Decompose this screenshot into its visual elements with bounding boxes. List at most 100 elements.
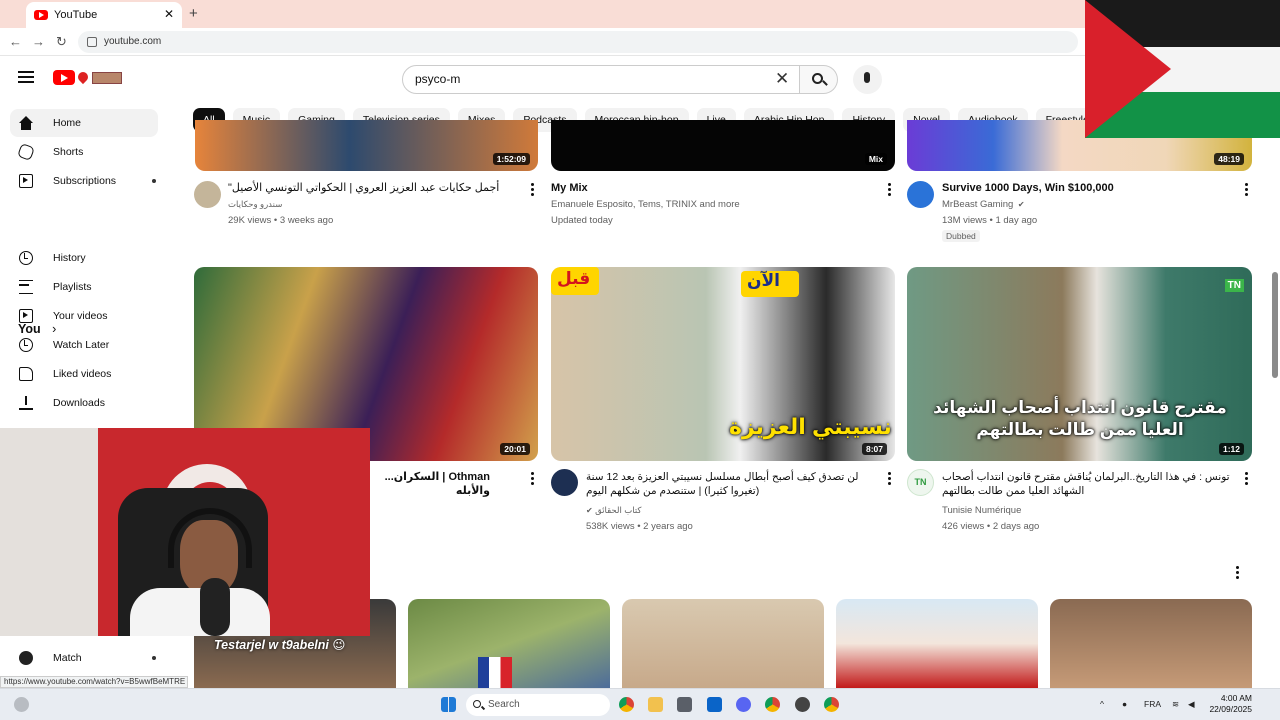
sidebar-item-watch-later[interactable]: Watch Later bbox=[10, 331, 158, 359]
taskbar-search-input[interactable]: Search bbox=[466, 694, 610, 716]
microphone-icon[interactable]: ● bbox=[1122, 699, 1127, 709]
channel-name[interactable]: Tunisie Numérique bbox=[942, 503, 1021, 518]
sidebar-item-label: Watch Later bbox=[53, 339, 110, 351]
site-info-icon[interactable] bbox=[87, 37, 97, 47]
video-thumbnail[interactable]: TN مقترح قانون انتداب أصحاب الشهائد العل… bbox=[907, 267, 1252, 461]
more-options-icon[interactable] bbox=[531, 472, 534, 485]
channel-avatar[interactable] bbox=[907, 181, 934, 208]
tab-close-icon[interactable]: ✕ bbox=[164, 7, 174, 21]
webcam-wall bbox=[0, 428, 98, 636]
sidebar-item-home[interactable]: Home bbox=[10, 109, 158, 137]
mix-thumbnail[interactable]: Mix bbox=[551, 120, 895, 171]
channel-name[interactable]: MrBeast Gaming ✔ bbox=[942, 197, 1025, 212]
wifi-icon[interactable]: ≋ bbox=[1172, 699, 1179, 710]
short-thumbnail[interactable] bbox=[836, 599, 1038, 688]
new-content-dot bbox=[152, 656, 156, 660]
youtube-doodle-icon[interactable] bbox=[75, 69, 124, 86]
more-options-icon[interactable] bbox=[888, 183, 891, 196]
video-title[interactable]: My Mix bbox=[551, 181, 588, 195]
taskbar-clock[interactable]: 4:00 AM 22/09/2025 bbox=[1206, 693, 1252, 715]
mix-badge: Mix bbox=[864, 153, 887, 165]
chrome-icon[interactable] bbox=[619, 697, 634, 712]
video-title[interactable]: Survive 1000 Days, Win $100,000 bbox=[942, 181, 1114, 195]
search-icon bbox=[812, 73, 823, 84]
short-thumbnail[interactable] bbox=[408, 599, 610, 688]
your-videos-icon bbox=[19, 309, 33, 323]
channel-avatar[interactable] bbox=[194, 181, 221, 208]
forward-icon[interactable]: → bbox=[32, 34, 45, 49]
sidebar-item-match[interactable]: Match bbox=[10, 644, 158, 672]
video-title[interactable]: أجمل حكايات عبد العزيز العروي | الحكواتي… bbox=[228, 181, 518, 195]
sidebar-item-liked-videos[interactable]: Liked videos bbox=[10, 360, 158, 388]
channel-name[interactable]: ✔ كتاب الحقائق bbox=[586, 503, 641, 518]
mix-artists[interactable]: Emanuele Esposito, Tems, TRINIX and more bbox=[551, 197, 740, 212]
file-explorer-icon[interactable] bbox=[648, 697, 663, 712]
sidebar: Home Shorts Subscriptions You › History … bbox=[0, 102, 193, 432]
dubbed-badge: Dubbed bbox=[942, 230, 980, 242]
shorts-icon bbox=[17, 143, 35, 161]
sidebar-item-shorts[interactable]: Shorts bbox=[10, 138, 158, 166]
video-title[interactable]: تونس : في هذا التاريخ..البرلمان يُناقش م… bbox=[942, 470, 1232, 498]
more-options-icon[interactable] bbox=[888, 472, 891, 485]
video-title[interactable]: لن تصدق كيف أصبح أبطال مسلسل نسيبتي العز… bbox=[586, 470, 878, 498]
url-field[interactable]: youtube.com bbox=[78, 31, 1078, 53]
sidebar-item-history[interactable]: History bbox=[10, 244, 158, 272]
clear-search-icon[interactable]: ✕ bbox=[775, 69, 789, 89]
voice-search-button[interactable] bbox=[853, 65, 882, 94]
search-button[interactable] bbox=[800, 65, 838, 94]
sidebar-item-label: Shorts bbox=[53, 146, 84, 158]
back-icon[interactable]: ← bbox=[9, 34, 22, 49]
youtube-logo[interactable] bbox=[53, 70, 75, 85]
channel-avatar[interactable]: TN bbox=[907, 469, 934, 496]
weather-icon[interactable] bbox=[14, 697, 29, 712]
discord-icon[interactable] bbox=[736, 697, 751, 712]
new-content-dot bbox=[152, 179, 156, 183]
video-title[interactable]: Othman | السكران... والأبله bbox=[372, 470, 490, 498]
sidebar-item-label: Playlists bbox=[53, 281, 92, 293]
search-input[interactable]: psyco-m bbox=[402, 65, 800, 94]
url-text: youtube.com bbox=[104, 36, 162, 47]
more-options-icon[interactable] bbox=[531, 183, 534, 196]
sidebar-item-downloads[interactable]: Downloads bbox=[10, 389, 158, 417]
sidebar-item-label: Liked videos bbox=[53, 368, 112, 380]
app-icon[interactable] bbox=[795, 697, 810, 712]
tn-logo: TN bbox=[1224, 279, 1244, 292]
duration-badge: 48:19 bbox=[1214, 153, 1244, 165]
shorts-more-options-icon[interactable] bbox=[1236, 566, 1239, 579]
browser-tab-youtube[interactable]: YouTube ✕ bbox=[26, 2, 182, 28]
link-status-url: https://www.youtube.com/watch?v=B5wwfBeM… bbox=[0, 676, 188, 688]
page-scrollbar-thumb[interactable] bbox=[1272, 272, 1278, 378]
video-thumbnail[interactable]: قبل الآن نسيبتي العزيزة 8:07 bbox=[551, 267, 895, 461]
sidebar-item-label: Your videos bbox=[53, 310, 108, 322]
short-thumbnail[interactable] bbox=[1050, 599, 1252, 688]
more-options-icon[interactable] bbox=[1245, 183, 1248, 196]
menu-icon[interactable] bbox=[18, 71, 34, 83]
duration-badge: 20:01 bbox=[500, 443, 530, 455]
clock-time: 4:00 AM bbox=[1220, 693, 1252, 703]
channel-name[interactable]: سندرو وحكايات bbox=[228, 197, 282, 212]
language-indicator[interactable]: FRA bbox=[1144, 699, 1161, 709]
store-icon[interactable] bbox=[677, 697, 692, 712]
video-thumbnail[interactable]: 1:52:09 bbox=[195, 120, 538, 171]
reload-icon[interactable]: ↻ bbox=[56, 34, 67, 50]
channel-avatar[interactable] bbox=[551, 469, 578, 496]
home-icon bbox=[19, 116, 33, 130]
chrome-active-icon[interactable] bbox=[765, 697, 780, 712]
tray-chevron-icon[interactable]: ^ bbox=[1100, 699, 1104, 709]
sidebar-item-subscriptions[interactable]: Subscriptions bbox=[10, 167, 158, 195]
verified-icon: ✔ bbox=[1017, 200, 1025, 209]
sidebar-item-your-videos[interactable]: Your videos bbox=[10, 302, 158, 330]
playlists-icon bbox=[19, 280, 33, 294]
chrome-profile-icon[interactable] bbox=[824, 697, 839, 712]
new-tab-button[interactable]: + bbox=[189, 5, 198, 22]
volume-icon[interactable]: ◀ bbox=[1188, 699, 1195, 710]
mix-updated: Updated today bbox=[551, 215, 613, 226]
sidebar-item-playlists[interactable]: Playlists bbox=[10, 273, 158, 301]
outlook-icon[interactable] bbox=[707, 697, 722, 712]
windows-start-icon[interactable] bbox=[441, 697, 456, 712]
youtube-header: psyco-m ✕ bbox=[0, 56, 1085, 102]
tab-title: YouTube bbox=[54, 9, 98, 21]
short-thumbnail[interactable] bbox=[622, 599, 824, 688]
more-options-icon[interactable] bbox=[1245, 472, 1248, 485]
sidebar-item-label: Home bbox=[53, 117, 82, 129]
